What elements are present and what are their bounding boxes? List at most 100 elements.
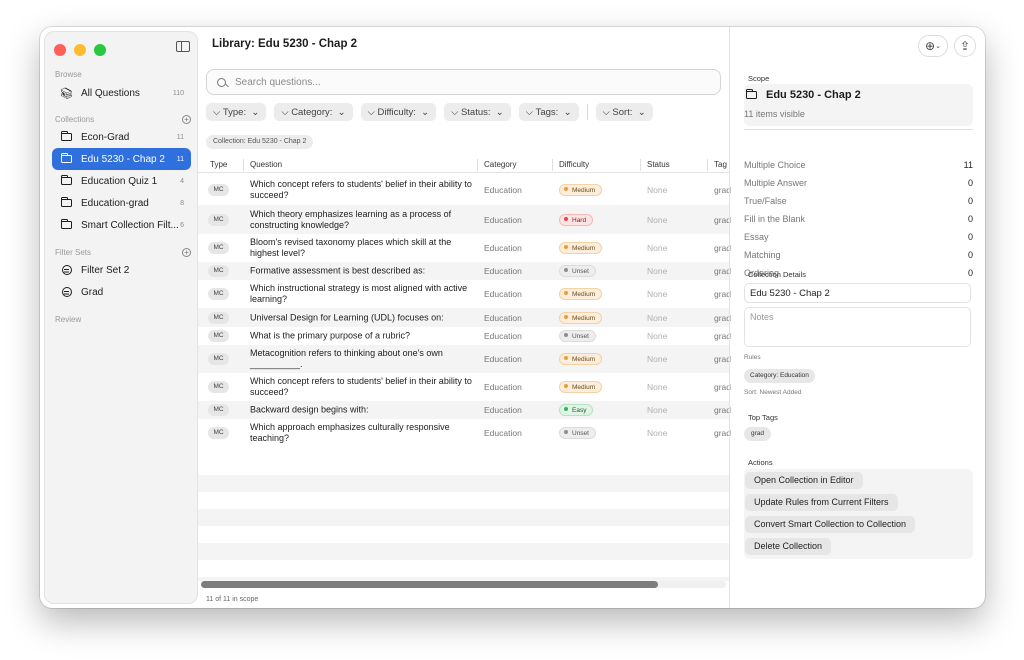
type-count-row: True/False 0 [744, 196, 973, 214]
add-collection-icon[interactable]: + [182, 115, 191, 124]
sidebar-item-label: Filter Set 2 [81, 264, 130, 276]
table-row[interactable]: MC Backward design begins with: Education E… [198, 401, 731, 419]
type-filter-button[interactable]: ⌵︎ Type: ⌄ [206, 103, 267, 121]
chevron-down-icon: ⌵︎ [213, 106, 221, 118]
scrollbar-thumb[interactable] [201, 581, 658, 588]
sidebar-item-econ-grad[interactable]: Econ-Grad 11 [52, 126, 191, 148]
add-menu-button[interactable]: ⊕ ⌄ [918, 35, 948, 57]
category-filter-button[interactable]: ⌵︎ Category: ⌄ [274, 103, 353, 121]
status-filter-label: Status: [460, 106, 491, 118]
status-text: None [647, 331, 668, 341]
column-type[interactable]: Type [210, 160, 227, 169]
status-text: None [647, 289, 668, 299]
difficulty-label: Unset [572, 430, 589, 437]
column-tag[interactable]: Tag [714, 160, 727, 169]
table-row[interactable]: MC Bloom's revised taxonomy places which … [198, 234, 731, 262]
type-badge: MC [208, 265, 229, 277]
type-badge: MC [208, 381, 229, 393]
add-filter-set-icon[interactable]: + [182, 248, 191, 257]
tags-filter-button[interactable]: ⌵︎ Tags: ⌄ [518, 103, 579, 121]
minimize-window-button[interactable] [74, 44, 86, 56]
category-text: Education [484, 266, 522, 276]
sidebar-item-education-grad[interactable]: Education-grad 8 [52, 192, 191, 214]
rules-label: Rules [744, 354, 761, 361]
sidebar-item-filter-set-2[interactable]: Filter Set 2 [52, 259, 191, 281]
table-row[interactable]: MC Formative assessment is best described… [198, 262, 731, 280]
sort-label: Sort: [612, 106, 633, 118]
smart-folder-icon [59, 218, 74, 229]
question-text: Which approach emphasizes culturally res… [250, 422, 450, 443]
smart-folder-icon [59, 152, 74, 163]
sidebar-item-grad[interactable]: Grad [52, 281, 191, 303]
sidebar-item-label: Edu 5230 - Chap 2 [81, 153, 165, 165]
notes-field[interactable]: Notes [744, 307, 971, 347]
close-window-button[interactable] [54, 44, 66, 56]
sidebar-toggle-icon[interactable] [176, 41, 190, 52]
type-count-value: 0 [967, 214, 973, 224]
share-button[interactable]: ⇪ [954, 35, 976, 57]
search-input[interactable]: Search questions... [206, 69, 721, 95]
type-badge: MC [208, 288, 229, 300]
collection-name-field[interactable]: Edu 5230 - Chap 2 [744, 283, 971, 303]
column-difficulty[interactable]: Difficulty [559, 160, 589, 169]
sidebar-item-edu-5230-chap-2[interactable]: Edu 5230 - Chap 2 11 [52, 148, 191, 170]
empty-row [198, 475, 729, 492]
column-divider [640, 159, 641, 171]
type-count-value: 0 [967, 178, 973, 188]
table-row[interactable]: MC What is the primary purpose of a rubri… [198, 327, 731, 345]
table-row[interactable]: MC Which concept refers to students' beli… [198, 174, 731, 205]
difficulty-badge: Unset [559, 427, 596, 439]
table-row[interactable]: MC Which theory emphasizes learning as a … [198, 205, 731, 234]
question-text: Formative assessment is best described a… [250, 265, 426, 276]
category-text: Education [484, 354, 522, 364]
column-question[interactable]: Question [250, 160, 282, 169]
type-count-row: Matching 0 [744, 250, 973, 268]
table-row[interactable]: MC Which concept refers to students' beli… [198, 373, 731, 401]
type-count-value: 0 [967, 196, 973, 206]
type-count-value: 11 [963, 160, 973, 170]
convert-collection-button[interactable]: Convert Smart Collection to Collection [745, 516, 916, 533]
difficulty-label: Medium [572, 314, 596, 322]
difficulty-badge: Medium [559, 242, 603, 254]
column-status[interactable]: Status [647, 160, 670, 169]
tag-pill[interactable]: grad [744, 427, 772, 441]
tags-filter-label: Tags: [535, 106, 559, 118]
sidebar-item-all-questions[interactable]: 📚︎ All Questions 110 [52, 82, 191, 104]
horizontal-scrollbar[interactable] [201, 581, 726, 588]
table-row[interactable]: MC Which approach emphasizes culturally r… [198, 419, 731, 447]
sort-button[interactable]: ⌵︎ Sort: ⌄ [595, 103, 653, 121]
collection-scope-pill[interactable]: Collection: Edu 5230 - Chap 2 [206, 135, 314, 149]
chevron-down-icon: ⌄ [563, 106, 572, 118]
question-text: Which concept refers to students' belief… [250, 376, 472, 397]
difficulty-badge: Hard [559, 213, 594, 226]
sidebar-item-count: 4 [180, 177, 184, 185]
folder-icon [745, 88, 757, 99]
category-text: Education [484, 184, 522, 195]
question-text: Which theory emphasizes learning as a pr… [250, 208, 452, 230]
table-header: Type Question Category Difficulty Status… [198, 157, 729, 173]
table-row[interactable]: MC Universal Design for Learning (UDL) fo… [198, 308, 731, 327]
open-in-editor-button[interactable]: Open Collection in Editor [745, 472, 863, 489]
column-category[interactable]: Category [484, 160, 516, 169]
sidebar-item-smart-collection[interactable]: Smart Collection Filt... 6 [52, 214, 191, 236]
difficulty-label: Medium [572, 186, 596, 194]
empty-row [198, 509, 729, 526]
sidebar-item-count: 110 [172, 89, 184, 97]
difficulty-label: Medium [572, 245, 596, 252]
difficulty-badge: Medium [559, 288, 603, 300]
type-count-row: Multiple Choice 11 [744, 160, 973, 178]
status-text: None [647, 312, 668, 323]
chevron-down-icon: ⌵︎ [281, 106, 289, 118]
difficulty-filter-button[interactable]: ⌵︎ Difficulty: ⌄ [360, 103, 437, 121]
table-row[interactable]: MC Metacognition refers to thinking about… [198, 345, 731, 373]
zoom-window-button[interactable] [94, 44, 106, 56]
delete-collection-button[interactable]: Delete Collection [745, 538, 832, 555]
sidebar-item-education-quiz-1[interactable]: Education Quiz 1 4 [52, 170, 191, 192]
table-row[interactable]: MC Which instructional strategy is most a… [198, 280, 731, 308]
folder-icon [59, 174, 74, 185]
type-count-value: 0 [967, 250, 973, 260]
update-rules-button[interactable]: Update Rules from Current Filters [745, 494, 898, 511]
filter-icon [59, 287, 74, 297]
difficulty-badge: Unset [559, 330, 596, 342]
status-filter-button[interactable]: ⌵︎ Status: ⌄ [444, 103, 511, 121]
